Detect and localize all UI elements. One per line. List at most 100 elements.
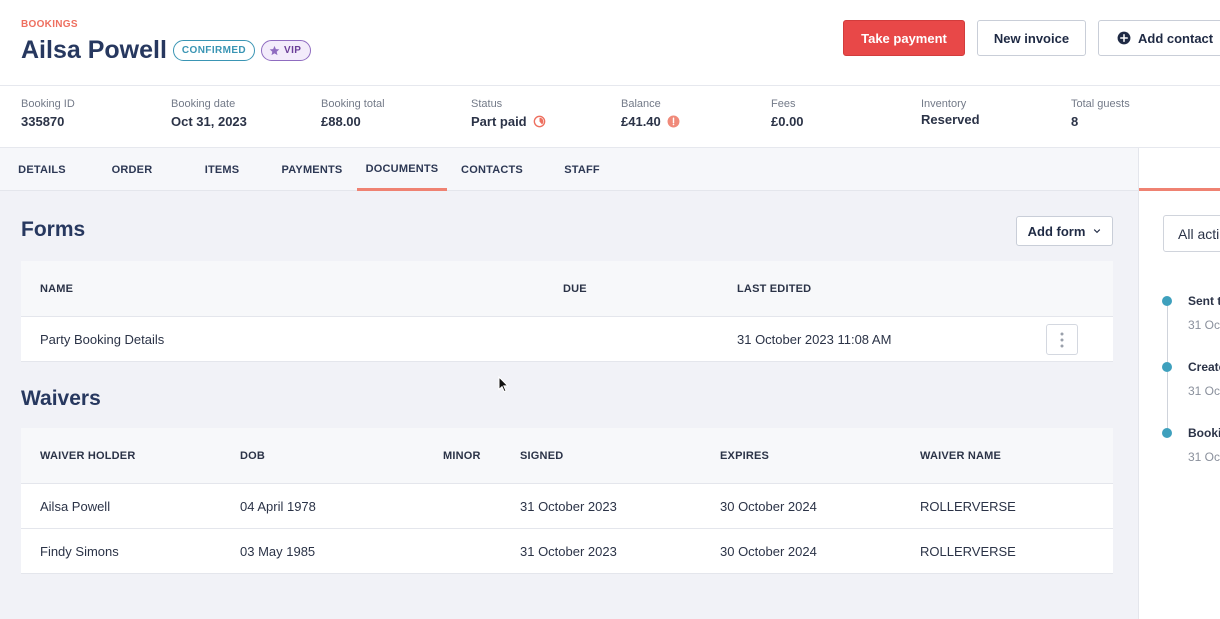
chevron-down-icon [1094,229,1101,234]
stat-value: 8 [1071,114,1130,129]
stat-label: Booking total [321,98,385,110]
column-header-name[interactable]: NAME [40,261,73,317]
forms-section-title: Forms [21,218,86,241]
tab-details[interactable]: DETAILS [12,148,72,191]
new-invoice-button[interactable]: New invoice [977,20,1086,56]
star-icon [269,45,280,56]
stat-fees: Fees £0.00 [771,98,804,129]
mouse-cursor-icon [498,376,509,393]
stat-label: Inventory [921,98,967,110]
tab-payments[interactable]: PAYMENTS [272,148,352,191]
tab-documents[interactable]: DOCUMENTS [357,148,447,191]
table-row[interactable]: Ailsa Powell 04 April 1978 31 October 20… [21,484,1113,529]
column-header-due[interactable]: DUE [563,261,587,317]
timeline-item-date: 31 Oc [1188,384,1220,398]
waiver-expires-cell: 30 October 2024 [720,544,817,559]
waiver-dob-cell: 03 May 1985 [240,544,316,559]
timeline-dot [1162,428,1172,438]
stat-total-guests: Total guests 8 [1071,98,1130,129]
column-header-expires[interactable]: EXPIRES [720,428,769,484]
booking-id-value: 335870 [21,114,65,129]
waiver-name-cell: ROLLERVERSE [920,499,1016,514]
waiver-dob-cell: 04 April 1978 [240,499,316,514]
booking-tabs: DETAILS ORDER ITEMS PAYMENTS DOCUMENTS C… [0,148,1138,191]
tab-items[interactable]: ITEMS [192,148,252,191]
form-name-cell[interactable]: Party Booking Details [40,317,164,362]
booking-total-value: £88.00 [321,114,361,129]
column-header-waiver-holder[interactable]: WAIVER HOLDER [40,428,136,484]
timeline-dot [1162,296,1172,306]
timeline-item-title: Sent t [1188,294,1220,308]
column-header-signed[interactable]: SIGNED [520,428,563,484]
vip-badge: VIP [261,40,312,61]
booking-summary: Booking ID 335870 Booking date Oct 31, 2… [0,86,1220,148]
stat-booking-id: Booking ID 335870 [21,98,75,129]
stat-booking-date: Booking date Oct 31, 2023 [171,98,247,129]
table-row[interactable]: Party Booking Details 31 October 2023 11… [21,317,1113,362]
stat-label: Total guests [1071,98,1130,110]
column-header-minor[interactable]: MINOR [443,428,481,484]
balance-value: £41.40 [621,114,661,129]
waivers-section-title: Waivers [21,387,101,410]
activity-filter-select[interactable]: All acti [1163,215,1220,252]
add-form-button[interactable]: Add form [1016,216,1113,246]
activity-tab-bar[interactable] [1139,148,1220,191]
total-guests-value: 8 [1071,114,1079,129]
waiver-holder-cell[interactable]: Findy Simons [40,529,119,574]
add-contact-button[interactable]: Add contact [1098,20,1220,56]
stat-value: 335870 [21,114,75,129]
stat-booking-total: Booking total £88.00 [321,98,385,129]
part-paid-progress-icon [533,115,545,128]
booking-date-value: Oct 31, 2023 [171,114,247,129]
column-header-last-edited[interactable]: LAST EDITED [737,261,811,317]
title-row: Ailsa Powell CONFIRMED VIP [21,36,312,65]
waiver-signed-cell: 31 October 2023 [520,499,617,514]
waiver-signed-cell: 31 October 2023 [520,544,617,559]
stat-value: Reserved [921,112,980,127]
vip-badge-label: VIP [284,45,302,56]
stat-inventory: Inventory Reserved [921,98,980,127]
timeline-item-date: 31 Oc [1188,450,1220,464]
forms-table-header: NAME DUE LAST EDITED [21,261,1113,317]
breadcrumb[interactable]: BOOKINGS [21,19,78,30]
stat-label: Fees [771,98,796,110]
forms-table: NAME DUE LAST EDITED Party Booking Detai… [21,261,1113,362]
timeline-dot [1162,362,1172,372]
status-badge-confirmed: CONFIRMED [172,40,256,61]
inventory-value: Reserved [921,112,980,127]
waiver-name-cell: ROLLERVERSE [920,544,1016,559]
add-contact-label: Add contact [1138,30,1214,46]
activity-panel: All acti Sent t 31 Oc Create 31 Oc Booki… [1138,148,1220,619]
form-last-edited-cell: 31 October 2023 11:08 AM [737,332,892,347]
stat-value: £0.00 [771,114,804,129]
stat-value: £88.00 [321,114,385,129]
waiver-expires-cell: 30 October 2024 [720,499,817,514]
stat-label: Booking ID [21,98,75,110]
column-header-waiver-name[interactable]: WAIVER NAME [920,428,1001,484]
column-header-dob[interactable]: DOB [240,428,265,484]
tab-staff[interactable]: STAFF [552,148,612,191]
plus-circle-icon [1117,31,1131,45]
table-row[interactable]: Findy Simons 03 May 1985 31 October 2023… [21,529,1113,574]
timeline-item-date: 31 Oc [1188,318,1220,332]
waivers-table-header: WAIVER HOLDER DOB MINOR SIGNED EXPIRES W… [21,428,1113,484]
stat-balance: Balance £41.40 [621,98,680,129]
take-payment-button[interactable]: Take payment [843,20,965,56]
status-value: Part paid [471,114,527,129]
stat-value: Oct 31, 2023 [171,114,247,129]
fees-value: £0.00 [771,114,804,129]
waiver-holder-cell[interactable]: Ailsa Powell [40,484,110,529]
waivers-table: WAIVER HOLDER DOB MINOR SIGNED EXPIRES W… [21,428,1113,574]
add-form-label: Add form [1027,223,1086,239]
page-title: Ailsa Powell [21,36,167,64]
row-actions-button[interactable] [1046,324,1078,355]
booking-header: BOOKINGS Ailsa Powell CONFIRMED VIP Take… [0,0,1220,86]
tab-contacts[interactable]: CONTACTS [452,148,532,191]
alert-icon[interactable] [667,115,680,128]
more-vertical-icon [1060,332,1064,347]
stat-value: Part paid [471,114,546,129]
timeline-item-title: Create [1188,360,1220,374]
timeline-item-title: Booki [1188,426,1220,440]
stat-label: Status [471,98,503,110]
tab-order[interactable]: ORDER [102,148,162,191]
